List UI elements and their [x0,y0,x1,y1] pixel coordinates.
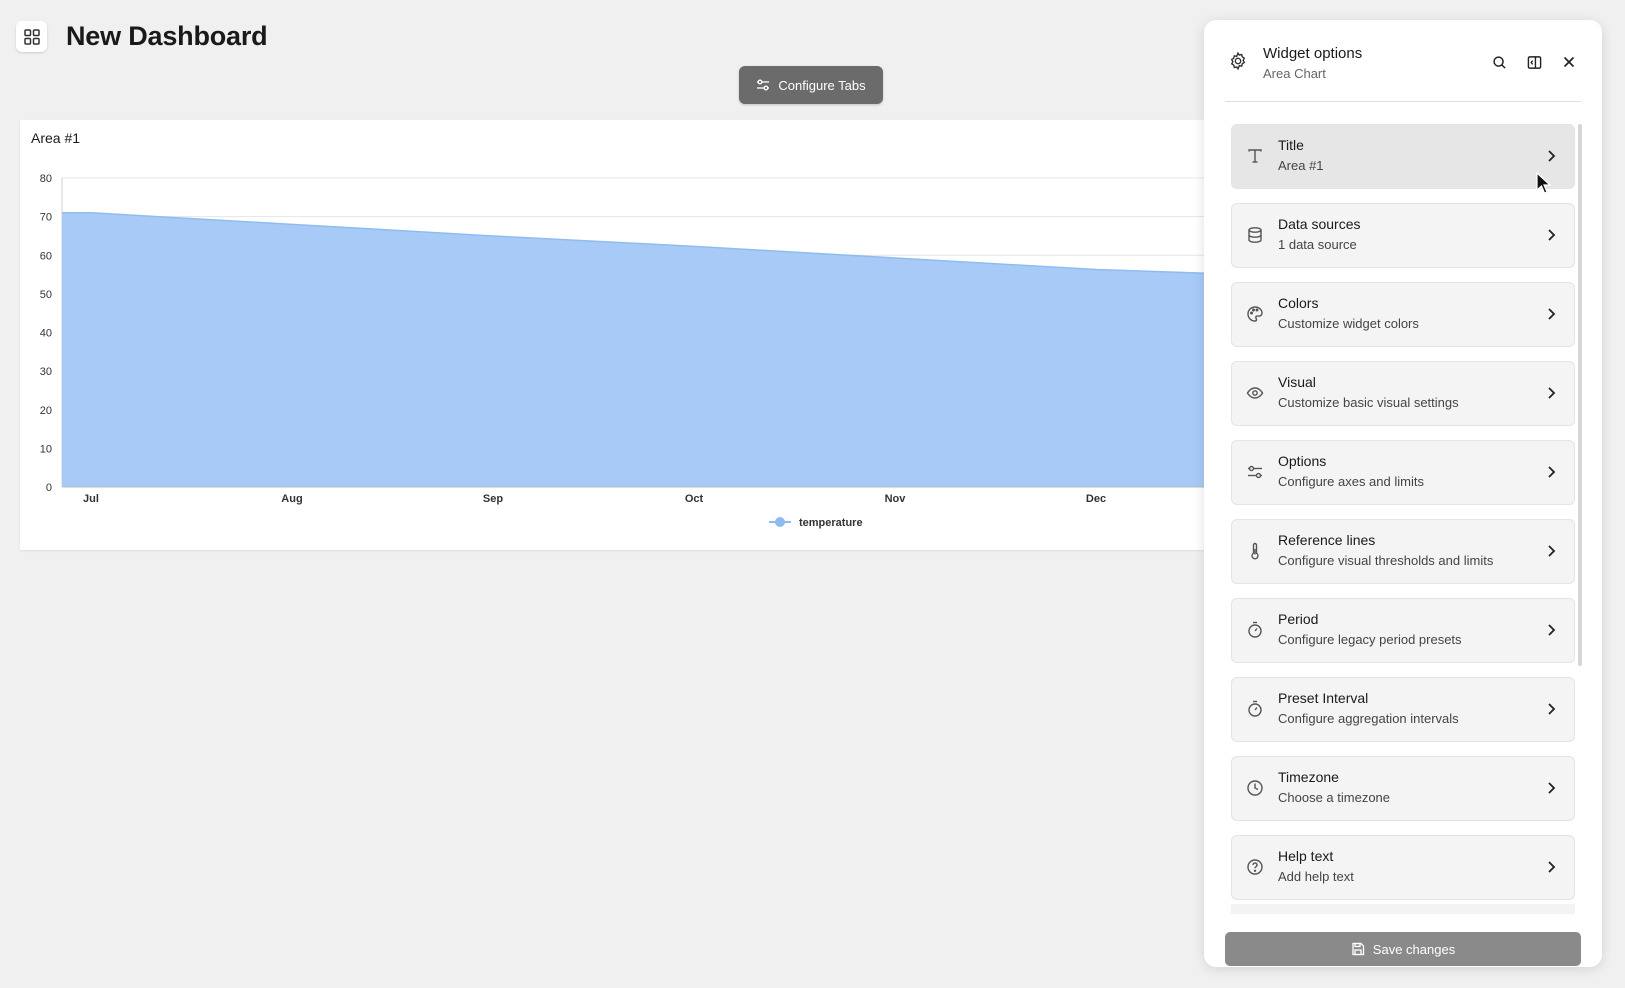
timer-icon [1248,700,1262,717]
eye-icon [1246,387,1264,399]
x-tick-label: Dec [1086,493,1106,505]
legend-swatch-dot [775,517,785,527]
x-tick-label: Jul [83,493,99,505]
option-data-sources[interactable]: Data sources 1 data source [1231,203,1575,268]
option-label: Help text [1278,848,1334,864]
save-icon [1352,942,1364,956]
panel-subtitle: Area Chart [1263,66,1326,81]
panel-toggle-button[interactable] [1525,53,1543,71]
database-icon [1248,227,1262,243]
options-list: Title Area #1 Data sources 1 data source C… [1231,124,1575,914]
y-tick-label: 20 [40,405,52,417]
clock-icon [1247,780,1263,796]
option-label: Period [1278,611,1319,627]
list-overflow-edge [1231,904,1575,914]
y-tick-label: 10 [40,443,52,455]
option-visual[interactable]: Visual Customize basic visual settings [1231,361,1575,426]
option-description: Customize basic visual settings [1278,395,1459,410]
panel-header: Widget options Area Chart [1228,45,1578,85]
option-label: Preset Interval [1278,690,1369,706]
page-title: New Dashboard [66,21,268,51]
chevron-right-icon [1548,229,1556,241]
option-title[interactable]: Title Area #1 [1231,124,1575,189]
panel-toggle-icon [1527,55,1541,69]
panel-title-group: Widget options Area Chart [1263,45,1362,81]
configure-tabs-button[interactable]: Configure Tabs [739,66,883,104]
widget-options-panel: Widget options Area Chart Title Area #1 … [1204,20,1602,967]
y-tick-label: 30 [40,366,52,378]
panel-actions [1490,53,1578,71]
top-bar: New Dashboard [16,21,268,52]
option-label: Options [1278,453,1327,469]
option-help-text[interactable]: Help text Add help text [1231,835,1575,900]
chevron-right-icon [1548,150,1556,162]
thermometer-icon [1251,542,1259,560]
panel-title: Widget options [1263,45,1363,62]
grid-icon [23,28,40,45]
help-circle-icon [1247,859,1263,875]
legend-label: temperature [799,517,863,529]
y-tick-label: 50 [40,289,52,301]
chevron-right-icon [1548,624,1556,636]
option-label: Timezone [1278,769,1339,785]
option-label: Data sources [1278,216,1361,232]
option-label: Reference lines [1278,532,1376,548]
chevron-right-icon [1548,782,1556,794]
option-timezone[interactable]: Timezone Choose a timezone [1231,756,1575,821]
area-chart: 0 10 20 30 40 50 60 70 80 Jul Aug Sep Oct Nov Dec tempe… [40,173,1271,529]
option-label: Visual [1278,374,1316,390]
chevron-right-icon [1548,387,1556,399]
option-label: Title [1278,137,1304,153]
x-tick-label: Nov [885,493,907,505]
chevron-right-icon [1548,703,1556,715]
save-changes-button[interactable]: Save changes [1225,932,1581,966]
chevron-right-icon [1548,545,1556,557]
option-period[interactable]: Period Configure legacy period presets [1231,598,1575,663]
option-colors[interactable]: Colors Customize widget colors [1231,282,1575,347]
x-tick-label: Sep [483,493,503,505]
option-description: Configure visual thresholds and limits [1278,553,1494,568]
sliders-icon [757,79,770,91]
x-tick-label: Aug [281,493,302,505]
mouse-cursor-icon [1536,172,1552,194]
option-description: Choose a timezone [1278,790,1391,805]
option-description: Customize widget colors [1278,316,1419,331]
option-description: Configure aggregation intervals [1278,711,1459,726]
option-description: Configure axes and limits [1278,474,1424,489]
option-description: 1 data source [1278,237,1357,252]
y-tick-label: 80 [40,173,52,185]
save-changes-label: Save changes [1372,941,1456,957]
configure-tabs-label: Configure Tabs [778,77,866,93]
close-icon [1563,56,1575,68]
option-description: Area #1 [1278,158,1324,173]
area-chart-widget[interactable]: Area #1 0 10 20 30 40 50 60 70 80 Jul Aug Sep Oct Nov… [20,120,1280,550]
search-button[interactable] [1490,53,1508,71]
option-description: Add help text [1278,869,1354,884]
timer-icon [1248,621,1262,638]
gear-icon [1230,51,1246,71]
option-label: Colors [1278,295,1319,311]
option-description: Configure legacy period presets [1278,632,1462,647]
panel-divider [1225,101,1581,102]
palette-icon [1247,306,1263,322]
option-preset-interval[interactable]: Preset Interval Configure aggregation int… [1231,677,1575,742]
x-tick-label: Oct [685,493,704,505]
option-reference-lines[interactable]: Reference lines Configure visual threshol… [1231,519,1575,584]
y-tick-label: 60 [40,250,52,262]
option-options[interactable]: Options Configure axes and limits [1231,440,1575,505]
sliders-icon [1248,465,1262,479]
y-tick-label: 70 [40,212,52,224]
chevron-right-icon [1548,308,1556,320]
chevron-right-icon [1548,466,1556,478]
options-scrollbar[interactable] [1578,124,1582,666]
text-icon [1248,149,1262,163]
y-tick-label: 0 [46,482,52,494]
y-tick-label: 40 [40,328,52,340]
dashboard-menu-button[interactable] [16,21,47,52]
chevron-right-icon [1548,861,1556,873]
search-icon [1492,55,1506,69]
close-button[interactable] [1560,53,1578,71]
series-area [62,212,1270,487]
